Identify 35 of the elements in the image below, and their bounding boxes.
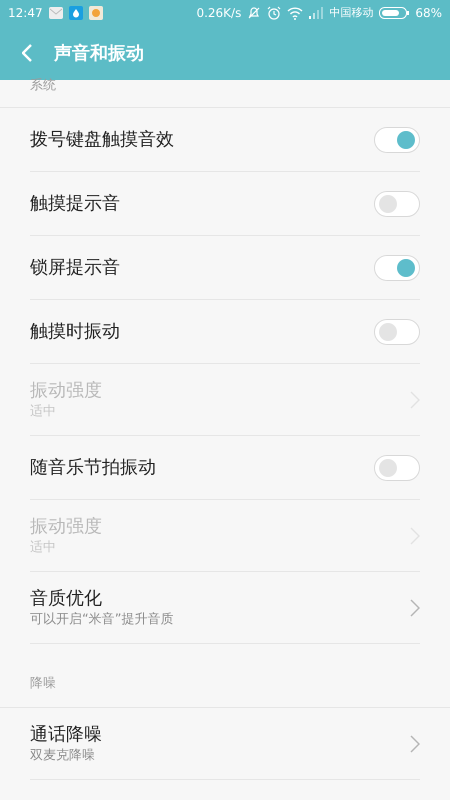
setting-label: 音质优化 (30, 586, 103, 610)
setting-row[interactable]: 音质优化 可以开启“米音”提升音质 (30, 572, 420, 644)
app-icon (88, 6, 103, 20)
battery-percent: 68% (415, 5, 442, 22)
setting-subtitle: 双麦克降噪 (30, 746, 96, 764)
signal-icon (309, 7, 324, 19)
bell-off-icon (247, 6, 262, 20)
chevron-icon (410, 734, 420, 752)
setting-label: 拨号键盘触摸音效 (30, 128, 174, 152)
battery-icon (379, 7, 410, 19)
setting-label: 锁屏提示音 (30, 256, 120, 280)
wifi-icon (287, 6, 304, 20)
mail-icon (48, 6, 63, 20)
section-label: 降噪 (30, 674, 56, 692)
network-speed: 0.26K/s (196, 5, 242, 22)
setting-label: 振动强度 (30, 514, 102, 538)
toggle-switch[interactable] (374, 254, 420, 280)
section-label: 系统 (30, 76, 56, 94)
carrier-name: 中国移动 (329, 4, 374, 21)
setting-label: 随音乐节拍振动 (30, 456, 156, 480)
setting-label: 通话降噪 (30, 722, 102, 746)
setting-label: 触摸提示音 (30, 192, 120, 216)
alarm-icon (267, 6, 282, 20)
status-time: 12:47 (8, 5, 43, 22)
setting-label: 振动强度 (30, 378, 102, 402)
setting-row[interactable]: 通话降噪 双麦克降噪 (30, 708, 420, 780)
page-title: 声音和振动 (54, 42, 144, 66)
toggle-switch[interactable] (374, 190, 420, 216)
toggle-switch[interactable] (374, 126, 420, 152)
drop-icon (68, 6, 83, 20)
toggle-switch[interactable] (374, 318, 420, 344)
setting-subtitle: 可以开启“米音”提升音质 (30, 610, 174, 628)
chevron-icon (410, 598, 420, 616)
setting-label: 触摸时振动 (30, 320, 120, 344)
toggle-switch[interactable] (374, 454, 420, 480)
